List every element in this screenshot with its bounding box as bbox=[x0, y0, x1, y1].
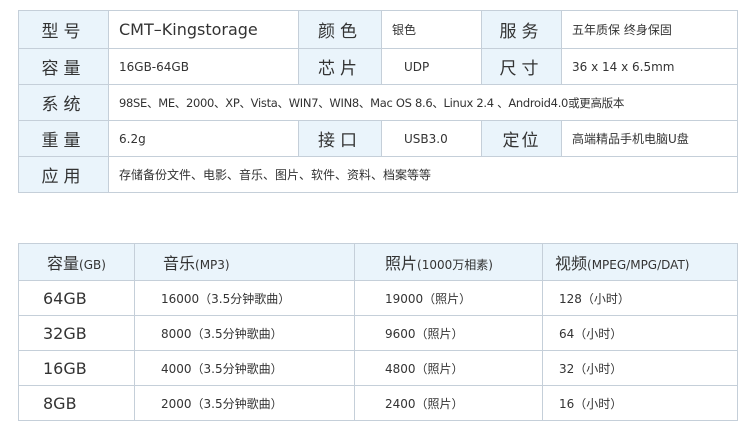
size-label: 尺寸 bbox=[481, 48, 562, 85]
position-value: 高端精品手机电脑U盘 bbox=[561, 120, 738, 157]
row-video: 16（小时） bbox=[542, 385, 738, 421]
interface-value: USB3.0 bbox=[381, 120, 482, 157]
weight-label: 重量 bbox=[18, 120, 109, 157]
row-photo: 19000（照片） bbox=[354, 280, 543, 316]
color-value: 银色 bbox=[381, 10, 482, 49]
service-label: 服务 bbox=[481, 10, 562, 49]
table-row: 64GB 16000（3.5分钟歌曲） 19000（照片） 128（小时） bbox=[18, 280, 738, 316]
header-photo-sub: (1000万相素) bbox=[417, 258, 493, 272]
row-photo: 2400（照片） bbox=[354, 385, 543, 421]
row-size: 32GB bbox=[18, 315, 135, 351]
row-video: 32（小时） bbox=[542, 350, 738, 386]
usage-value: 存储备份文件、电影、音乐、图片、软件、资料、档案等等 bbox=[108, 156, 738, 193]
chip-value: UDP bbox=[381, 48, 482, 85]
row-video: 128（小时） bbox=[542, 280, 738, 316]
size-value: 36 x 14 x 6.5mm bbox=[561, 48, 738, 85]
spec-row-system: 系统 98SE、ME、2000、XP、Vista、WIN7、WIN8、Mac O… bbox=[18, 84, 738, 121]
header-music: 音乐(MP3) bbox=[134, 243, 355, 281]
table-row: 8GB 2000（3.5分钟歌曲） 2400（照片） 16（小时） bbox=[18, 385, 738, 421]
row-photo: 4800（照片） bbox=[354, 350, 543, 386]
table-row: 32GB 8000（3.5分钟歌曲） 9600（照片） 64（小时） bbox=[18, 315, 738, 351]
header-video-main: 视频 bbox=[555, 254, 588, 273]
header-video-sub: (MPEG/MPG/DAT) bbox=[587, 258, 690, 272]
row-photo: 9600（照片） bbox=[354, 315, 543, 351]
service-value: 五年质保 终身保固 bbox=[561, 10, 738, 49]
color-label: 颜色 bbox=[298, 10, 382, 49]
header-video: 视频(MPEG/MPG/DAT) bbox=[542, 243, 738, 281]
spec-row-capacity: 容量 16GB-64GB 芯片 UDP 尺寸 36 x 14 x 6.5mm bbox=[18, 48, 738, 85]
header-capacity-sub: (GB) bbox=[79, 258, 106, 272]
row-music: 8000（3.5分钟歌曲） bbox=[134, 315, 355, 351]
row-size: 16GB bbox=[18, 350, 135, 386]
row-music: 16000（3.5分钟歌曲） bbox=[134, 280, 355, 316]
header-music-sub: (MP3) bbox=[195, 258, 230, 272]
usage-label: 应用 bbox=[18, 156, 109, 193]
interface-label: 接口 bbox=[298, 120, 382, 157]
capacity-value: 16GB-64GB bbox=[108, 48, 299, 85]
row-size: 8GB bbox=[18, 385, 135, 421]
row-size: 64GB bbox=[18, 280, 135, 316]
header-music-main: 音乐 bbox=[163, 254, 196, 273]
row-music: 2000（3.5分钟歌曲） bbox=[134, 385, 355, 421]
spec-row-usage: 应用 存储备份文件、电影、音乐、图片、软件、资料、档案等等 bbox=[18, 156, 738, 193]
row-music: 4000（3.5分钟歌曲） bbox=[134, 350, 355, 386]
header-photo: 照片(1000万相素) bbox=[354, 243, 543, 281]
table-row: 16GB 4000（3.5分钟歌曲） 4800（照片） 32（小时） bbox=[18, 350, 738, 386]
model-value: CMT–Kingstorage bbox=[108, 10, 299, 49]
spec-row-weight: 重量 6.2g 接口 USB3.0 定位 高端精品手机电脑U盘 bbox=[18, 120, 738, 157]
header-capacity-main: 容量 bbox=[47, 254, 80, 273]
capacity-header-row: 容量(GB) 音乐(MP3) 照片(1000万相素) 视频(MPEG/MPG/D… bbox=[18, 243, 738, 281]
capacity-table: 容量(GB) 音乐(MP3) 照片(1000万相素) 视频(MPEG/MPG/D… bbox=[18, 243, 738, 421]
model-label: 型号 bbox=[18, 10, 109, 49]
header-capacity: 容量(GB) bbox=[18, 243, 135, 281]
system-value: 98SE、ME、2000、XP、Vista、WIN7、WIN8、Mac OS 8… bbox=[108, 84, 738, 121]
weight-value: 6.2g bbox=[108, 120, 299, 157]
header-photo-main: 照片 bbox=[385, 254, 418, 273]
chip-label: 芯片 bbox=[298, 48, 382, 85]
capacity-label: 容量 bbox=[18, 48, 109, 85]
system-label: 系统 bbox=[18, 84, 109, 121]
row-video: 64（小时） bbox=[542, 315, 738, 351]
spec-table: 型号 CMT–Kingstorage 颜色 银色 服务 五年质保 终身保固 容量… bbox=[18, 10, 738, 193]
spec-row-model: 型号 CMT–Kingstorage 颜色 银色 服务 五年质保 终身保固 bbox=[18, 10, 738, 49]
position-label: 定位 bbox=[481, 120, 562, 157]
